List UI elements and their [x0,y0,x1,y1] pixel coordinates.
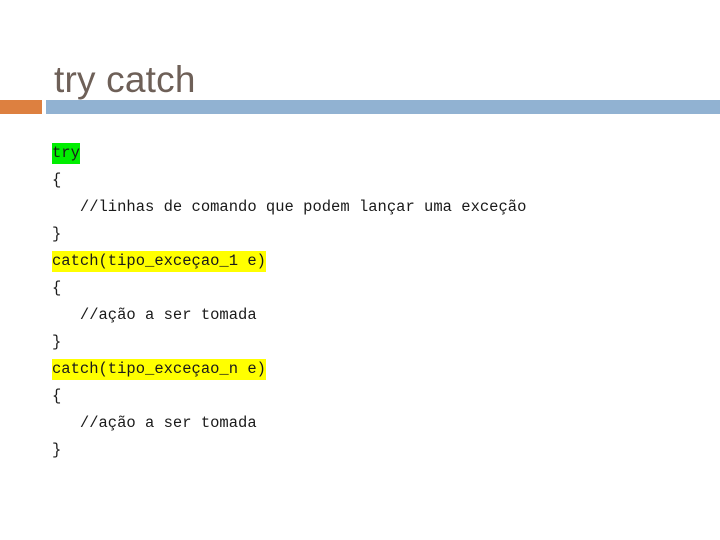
code-block: try { //linhas de comando que podem lança… [52,140,702,464]
code-highlight-yellow: catch(tipo_exceçao_1 e) [52,250,266,272]
page-title: try catch [54,58,196,100]
code-text: { [52,278,62,297]
code-text: } [52,332,62,351]
code-text: { [52,170,62,189]
code-text: //linhas de comando que podem lançar uma… [52,197,527,216]
code-text: //ação a ser tomada [52,413,257,432]
code-highlight-green: try [52,142,80,164]
code-text: } [52,440,62,459]
code-line: //linhas de comando que podem lançar uma… [52,194,702,221]
code-line: { [52,167,702,194]
divider-main-bar [46,100,720,114]
code-line: { [52,383,702,410]
code-text: //ação a ser tomada [52,305,257,324]
code-line: try [52,140,702,167]
code-text: } [52,224,62,243]
title-divider [0,100,720,114]
code-line: } [52,329,702,356]
code-text: { [52,386,62,405]
code-line: { [52,275,702,302]
divider-accent-block [0,100,42,114]
code-line: //ação a ser tomada [52,410,702,437]
code-line: } [52,437,702,464]
code-line: //ação a ser tomada [52,302,702,329]
code-highlight-yellow: catch(tipo_exceçao_n e) [52,358,266,380]
code-line: catch(tipo_exceçao_n e) [52,356,702,383]
slide-canvas: try catch try { //linhas de comando que p… [0,0,720,540]
code-line: } [52,221,702,248]
code-line: catch(tipo_exceçao_1 e) [52,248,702,275]
